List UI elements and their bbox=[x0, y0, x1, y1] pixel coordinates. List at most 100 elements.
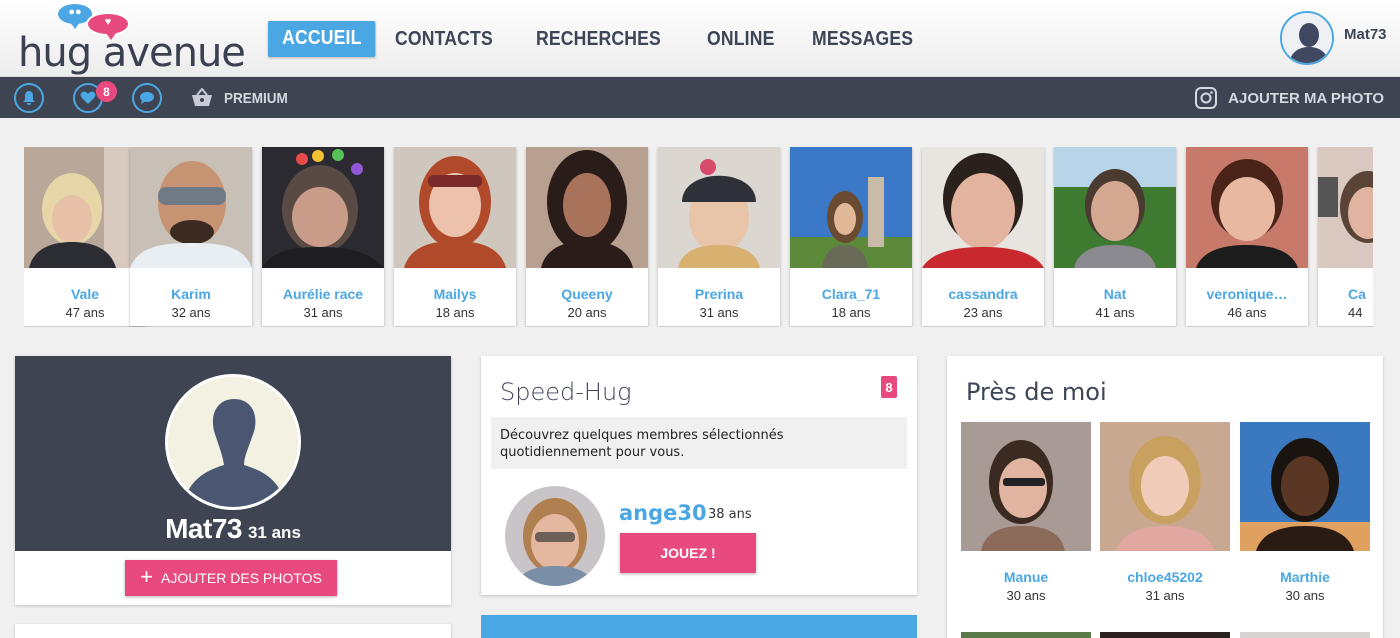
profile-card[interactable]: Vale 47 ans bbox=[24, 147, 146, 326]
near-me-age: 30 ans bbox=[1285, 588, 1325, 603]
silhouette-icon bbox=[1282, 13, 1332, 63]
profile-card[interactable]: Mailys 18 ans bbox=[394, 147, 516, 326]
profile-photo bbox=[658, 147, 780, 268]
chat-icon[interactable] bbox=[132, 83, 162, 113]
notification-badge: 8 bbox=[96, 81, 117, 102]
near-me-photo-partial[interactable] bbox=[1240, 632, 1370, 638]
silhouette-icon bbox=[168, 377, 298, 507]
instagram-icon bbox=[1195, 87, 1218, 109]
add-photos-label: AJOUTER DES PHOTOS bbox=[161, 570, 322, 586]
near-me-photo bbox=[1100, 422, 1230, 551]
my-name: Mat73 bbox=[165, 513, 242, 544]
secondary-panel bbox=[15, 624, 451, 638]
profile-card[interactable]: Aurélie race 31 ans bbox=[262, 147, 384, 326]
my-avatar[interactable] bbox=[165, 374, 301, 510]
profile-name: Clara_71 bbox=[821, 286, 881, 302]
profile-photo bbox=[262, 147, 384, 268]
near-me-name: Manue bbox=[1003, 569, 1049, 585]
premium-label: PREMIUM bbox=[224, 89, 288, 107]
my-profile-panel: Mat73 31 ans + AJOUTER DES PHOTOS bbox=[15, 356, 451, 605]
my-age: 31 ans bbox=[247, 523, 301, 542]
profile-card[interactable]: Karim 32 ans bbox=[130, 147, 252, 326]
logo-text: hug avenue bbox=[18, 30, 246, 76]
near-me-photo bbox=[961, 422, 1091, 551]
nav-messages[interactable]: MESSAGES bbox=[812, 28, 913, 51]
add-photos-button[interactable]: + AJOUTER DES PHOTOS bbox=[125, 560, 337, 596]
profile-card[interactable]: Nat 41 ans bbox=[1054, 147, 1176, 326]
profile-photo bbox=[922, 147, 1044, 268]
near-me-photo-partial[interactable] bbox=[961, 632, 1091, 638]
profile-photo bbox=[1186, 147, 1308, 268]
profile-age: 32 ans bbox=[171, 305, 211, 320]
near-me-item[interactable]: Manue 30 ans bbox=[961, 422, 1091, 603]
my-name-line: Mat73 31 ans bbox=[15, 513, 451, 545]
profile-card[interactable]: Queeny 20 ans bbox=[526, 147, 648, 326]
near-me-name: Marthie bbox=[1280, 569, 1330, 585]
profile-name: cassandra bbox=[948, 286, 1018, 302]
near-me-panel: Près de moi Manue 30 ans chloe45202 31 a… bbox=[947, 356, 1383, 638]
profile-card[interactable]: Prerina 31 ans bbox=[658, 147, 780, 326]
speed-hug-title: Speed-Hug bbox=[500, 378, 632, 406]
profile-photo bbox=[790, 147, 912, 268]
profile-age: 47 ans bbox=[65, 305, 105, 320]
profile-name: Queeny bbox=[561, 286, 613, 302]
basket-icon bbox=[192, 88, 212, 106]
profile-name: Ca bbox=[1348, 286, 1366, 302]
user-name[interactable]: Mat73 bbox=[1344, 26, 1387, 43]
near-me-age: 30 ans bbox=[1006, 588, 1046, 603]
speed-hug-member-age: 38 ans bbox=[708, 507, 752, 522]
near-me-photo bbox=[1240, 422, 1370, 551]
nav-online[interactable]: ONLINE bbox=[707, 28, 775, 51]
profile-photo bbox=[394, 147, 516, 268]
near-me-item[interactable]: chloe45202 31 ans bbox=[1100, 422, 1230, 603]
near-me-title: Près de moi bbox=[966, 378, 1107, 406]
profile-age: 18 ans bbox=[435, 305, 475, 320]
top-header: ●● ♥ hug avenue ACCUEIL CONTACTS RECHERC… bbox=[0, 0, 1400, 77]
profile-photo bbox=[1054, 147, 1176, 268]
profile-name: veronique… bbox=[1206, 286, 1288, 302]
profile-name: Mailys bbox=[433, 286, 477, 302]
main-nav: ACCUEIL CONTACTS RECHERCHES ONLINE MESSA… bbox=[268, 21, 956, 57]
add-my-photo-link[interactable]: AJOUTER MA PHOTO bbox=[1194, 85, 1384, 111]
near-me-item[interactable]: Marthie 30 ans bbox=[1240, 422, 1370, 603]
near-me-name: chloe45202 bbox=[1127, 569, 1203, 585]
nav-contacts[interactable]: CONTACTS bbox=[395, 28, 493, 51]
plus-icon: + bbox=[140, 564, 154, 589]
profile-name: Aurélie race bbox=[282, 286, 364, 302]
profile-photo bbox=[526, 147, 648, 268]
member-photo bbox=[505, 486, 605, 586]
profile-card[interactable]: cassandra 23 ans bbox=[922, 147, 1044, 326]
speed-hug-panel: Speed-Hug 8 Découvrez quelques membres s… bbox=[481, 356, 917, 595]
nav-recherches[interactable]: RECHERCHES bbox=[536, 28, 661, 51]
speed-hug-count-badge: 8 bbox=[881, 376, 897, 398]
speed-hug-member-name[interactable]: ange30 bbox=[619, 501, 707, 525]
near-me-photo-partial[interactable] bbox=[1100, 632, 1230, 638]
profile-age: 20 ans bbox=[567, 305, 607, 320]
speed-hug-description: Découvrez quelques membres sélectionnés … bbox=[491, 417, 907, 469]
profile-card[interactable]: Ca 44 bbox=[1318, 147, 1373, 326]
profile-age: 23 ans bbox=[963, 305, 1003, 320]
near-me-age: 31 ans bbox=[1145, 588, 1185, 603]
profile-age: 46 ans bbox=[1227, 305, 1267, 320]
profile-age: 44 bbox=[1348, 305, 1363, 320]
profile-age: 31 ans bbox=[303, 305, 343, 320]
logo[interactable]: ●● ♥ hug avenue bbox=[16, 4, 246, 76]
profile-name: Prerina bbox=[694, 286, 744, 302]
profile-photo bbox=[1318, 147, 1373, 268]
my-profile-header: Mat73 31 ans bbox=[15, 356, 451, 551]
profile-carousel[interactable]: Vale 47 ans Karim 32 ans Aurélie race 31… bbox=[24, 147, 1373, 327]
nav-accueil[interactable]: ACCUEIL bbox=[268, 21, 376, 57]
profile-name: Vale bbox=[70, 286, 100, 302]
profile-name: Nat bbox=[1103, 286, 1127, 302]
profile-photo bbox=[24, 147, 146, 268]
add-my-photo-label: AJOUTER MA PHOTO bbox=[1228, 89, 1384, 107]
profile-age: 41 ans bbox=[1095, 305, 1135, 320]
premium-link[interactable]: PREMIUM bbox=[190, 85, 295, 111]
profile-age: 18 ans bbox=[831, 305, 871, 320]
speed-hug-avatar[interactable] bbox=[505, 486, 605, 586]
play-button[interactable]: JOUEZ ! bbox=[620, 533, 756, 573]
profile-card[interactable]: veronique… 46 ans bbox=[1186, 147, 1308, 326]
bell-icon[interactable] bbox=[14, 83, 44, 113]
profile-card[interactable]: Clara_71 18 ans bbox=[790, 147, 912, 326]
user-avatar[interactable] bbox=[1280, 11, 1334, 65]
